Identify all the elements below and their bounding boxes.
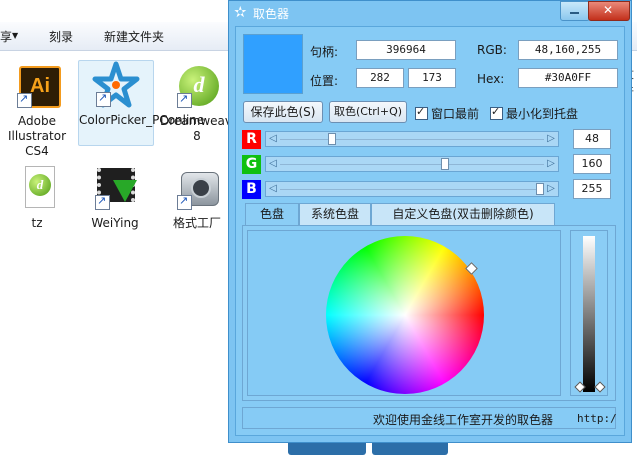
picker-body: 句柄: 396964 RGB: 48,160,255 位置: 282 173 H…: [235, 26, 625, 436]
burn-button[interactable]: 刻录: [49, 28, 73, 45]
background-button-fragment: [372, 443, 448, 455]
green-value-field[interactable]: 160: [573, 154, 611, 174]
desktop-item-colorpicker[interactable]: ColorPicker_PConline: [78, 60, 205, 146]
desktop-item-label: WeiYing: [91, 216, 139, 230]
desktop-item-illustrator[interactable]: Ai Adobe Illustrator CS4: [0, 62, 74, 159]
rgb-field[interactable]: 48,160,255: [518, 40, 618, 60]
green-slider[interactable]: ◁ ▷: [265, 156, 559, 172]
color-wheel[interactable]: [326, 236, 484, 394]
blue-channel-label: B: [242, 180, 261, 199]
close-button[interactable]: [588, 1, 630, 21]
position-label: 位置:: [310, 74, 339, 88]
slider-right-arrow-icon[interactable]: ▷: [545, 182, 557, 196]
hex-label: Hex:: [477, 72, 505, 86]
format-factory-icon: [173, 164, 221, 212]
shortcut-arrow-icon: [95, 193, 110, 210]
rgb-label: RGB:: [477, 43, 507, 57]
desktop-item-label: tz: [31, 216, 43, 230]
minimize-to-tray-checkbox[interactable]: 最小化到托盘: [490, 105, 578, 122]
dreamweaver-doc-icon: d: [13, 164, 61, 212]
title-bar[interactable]: ✫ 取色器: [229, 1, 631, 25]
wheel-area: [247, 230, 561, 396]
tab-custom-palette[interactable]: 自定义色盘(双击删除颜色): [371, 203, 555, 225]
desktop-item-tz[interactable]: d tz: [0, 164, 74, 231]
slider-left-arrow-icon[interactable]: ◁: [267, 182, 279, 196]
slider-track: [280, 189, 544, 190]
blue-slider[interactable]: ◁ ▷: [265, 181, 559, 197]
tab-color-wheel[interactable]: 色盘: [245, 203, 299, 226]
save-color-button[interactable]: 保存此色(S): [243, 101, 323, 123]
always-on-top-label: 窗口最前: [431, 107, 480, 121]
desktop-item-dreamweaver[interactable]: d Dreamweaver 8: [160, 62, 245, 144]
handle-label: 句柄:: [310, 45, 339, 59]
illustrator-icon: Ai: [13, 62, 61, 110]
green-channel-label: G: [242, 155, 261, 174]
new-folder-button[interactable]: 新建文件夹: [104, 28, 164, 45]
window-title: 取色器: [253, 7, 290, 21]
color-swatch: [243, 34, 303, 94]
colorpicker-star-icon: [92, 61, 140, 109]
slider-track: [280, 164, 544, 165]
desktop-item-label: 格式工厂: [172, 216, 221, 230]
shortcut-arrow-icon: [96, 90, 111, 107]
slider-right-arrow-icon[interactable]: ▷: [545, 157, 557, 171]
dreamweaver-icon: d: [173, 62, 221, 110]
desktop-item-label: ColorPicker_PConline: [79, 113, 205, 127]
desktop-item-label: Dreamweaver 8: [160, 114, 245, 143]
slider-thumb[interactable]: [328, 133, 337, 145]
checkbox-checked-icon: [490, 105, 503, 120]
app-star-icon: ✫: [234, 3, 247, 21]
red-channel-label: R: [242, 130, 261, 149]
blue-value-field[interactable]: 255: [573, 179, 611, 199]
color-picker-window: ✫ 取色器 句柄: 396964 RGB: 48,160,255 位置: 282…: [228, 0, 632, 443]
slider-right-arrow-icon[interactable]: ▷: [545, 132, 557, 146]
handle-field[interactable]: 396964: [356, 40, 456, 60]
brightness-marker-icon[interactable]: [594, 381, 606, 393]
pick-color-button[interactable]: 取色(Ctrl+Q): [329, 101, 407, 123]
slider-track: [280, 139, 544, 140]
shortcut-arrow-icon: [177, 91, 192, 108]
red-slider[interactable]: ◁ ▷: [265, 131, 559, 147]
shortcut-arrow-icon: [17, 91, 32, 108]
slider-left-arrow-icon[interactable]: ◁: [267, 157, 279, 171]
position-x-field[interactable]: 282: [356, 68, 404, 88]
slider-left-arrow-icon[interactable]: ◁: [267, 132, 279, 146]
background-button-fragment: [288, 443, 366, 455]
status-url[interactable]: http:/: [577, 412, 617, 425]
checkbox-checked-icon: [415, 105, 428, 120]
position-y-field[interactable]: 173: [408, 68, 456, 88]
desktop-item-label: Adobe Illustrator CS4: [7, 114, 67, 158]
tab-system-palette[interactable]: 系统色盘: [299, 203, 371, 225]
status-message: 欢迎使用金线工作室开发的取色器: [373, 413, 554, 427]
share-menu-fragment[interactable]: 享: [0, 28, 12, 45]
desktop-item-weiying[interactable]: WeiYing: [78, 164, 152, 231]
shortcut-arrow-icon: [177, 193, 192, 210]
hex-field[interactable]: #30A0FF: [518, 68, 618, 88]
status-bar: 欢迎使用金线工作室开发的取色器 http:/: [242, 407, 617, 429]
red-value-field[interactable]: 48: [573, 129, 611, 149]
color-wheel-panel: [242, 225, 616, 401]
minimize-button[interactable]: [560, 1, 590, 21]
slider-thumb[interactable]: [536, 183, 544, 195]
brightness-bar[interactable]: [583, 236, 595, 392]
video-download-icon: [91, 164, 139, 212]
minimize-to-tray-label: 最小化到托盘: [506, 107, 579, 121]
always-on-top-checkbox[interactable]: 窗口最前: [415, 105, 479, 122]
slider-thumb[interactable]: [440, 158, 449, 170]
desktop-item-format-factory[interactable]: 格式工厂: [160, 164, 234, 231]
chevron-down-icon[interactable]: ▼: [12, 31, 18, 40]
brightness-area: [570, 230, 608, 396]
